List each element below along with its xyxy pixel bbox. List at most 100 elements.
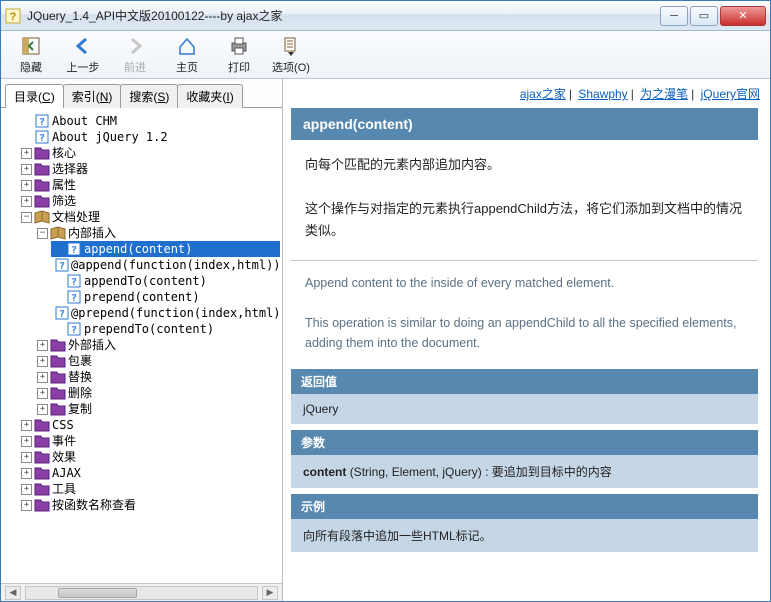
toolbar: 隐藏 上一步 前进 主页 打印 选项(O) [1, 31, 770, 79]
back-icon [72, 35, 94, 57]
expand-icon[interactable]: + [21, 436, 32, 447]
tree-item[interactable]: ?prependTo(content) [51, 321, 280, 337]
expand-icon[interactable]: + [37, 388, 48, 399]
tab-search[interactable]: 搜索(S) [120, 84, 178, 108]
close-button[interactable]: ✕ [720, 6, 766, 26]
param-desc: : 要追加到目标中的内容 [485, 465, 612, 479]
tree-item[interactable]: −内部插入 [35, 225, 280, 241]
link-jquery-official[interactable]: jQuery官网 [701, 87, 760, 101]
doc-content[interactable]: append(content) 向每个匹配的元素内部追加内容。 这个操作与对指定… [283, 108, 770, 601]
svg-text:?: ? [71, 277, 77, 288]
expand-icon[interactable]: + [37, 340, 48, 351]
tree-item[interactable]: ?prepend(content) [51, 289, 280, 305]
param-type: (String, Element, jQuery) [350, 465, 482, 479]
tree-item[interactable]: +核心 [19, 145, 280, 161]
home-button[interactable]: 主页 [163, 33, 211, 77]
options-button[interactable]: 选项(O) [267, 33, 315, 77]
tree-item[interactable]: +AJAX [19, 465, 280, 481]
scroll-right-icon[interactable]: ▶ [262, 586, 278, 600]
tab-toc[interactable]: 目录(C) [5, 84, 64, 108]
hide-nav-button[interactable]: 隐藏 [7, 33, 55, 77]
tree-item[interactable]: ?@append(function(index,html)) [51, 257, 280, 273]
book-icon [34, 434, 50, 448]
tree-item[interactable]: +筛选 [19, 193, 280, 209]
tree-item[interactable]: +外部插入 [35, 337, 280, 353]
expand-icon[interactable]: + [21, 484, 32, 495]
collapse-icon[interactable]: − [21, 212, 32, 223]
link-shawphy[interactable]: Shawphy [578, 87, 627, 101]
tree-item[interactable]: +按函数名称查看 [19, 497, 280, 513]
collapse-icon[interactable]: − [37, 228, 48, 239]
tree-item[interactable]: +选择器 [19, 161, 280, 177]
svg-text:?: ? [59, 309, 65, 320]
print-icon [228, 35, 250, 57]
expand-icon[interactable]: + [37, 356, 48, 367]
tree-item[interactable]: −文档处理 [19, 209, 280, 225]
svg-text:?: ? [71, 293, 77, 304]
tree-item-selected[interactable]: ?append(content) [51, 241, 280, 257]
options-icon [280, 35, 302, 57]
help-page-icon: ? [66, 242, 82, 256]
back-label: 上一步 [67, 59, 100, 75]
expand-icon[interactable]: + [37, 372, 48, 383]
help-page-icon: ? [55, 258, 69, 272]
minimize-button[interactable]: ─ [660, 6, 688, 26]
book-open-icon [34, 210, 50, 224]
tree-item[interactable]: +工具 [19, 481, 280, 497]
scroll-left-icon[interactable]: ◀ [5, 586, 21, 600]
divider [291, 260, 758, 261]
svg-text:?: ? [10, 11, 17, 23]
scroll-thumb[interactable] [58, 588, 137, 598]
tree-item[interactable]: ?About CHM [19, 113, 280, 129]
maximize-button[interactable]: ▭ [690, 6, 718, 26]
app-window: ? JQuery_1.4_API中文版20100122----by ajax之家… [0, 0, 771, 602]
tree-item[interactable]: +事件 [19, 433, 280, 449]
link-wzmb[interactable]: 为之漫笔 [640, 87, 688, 101]
expand-icon[interactable]: + [21, 180, 32, 191]
home-icon [176, 35, 198, 57]
scroll-track[interactable] [25, 586, 258, 600]
expand-icon[interactable]: + [21, 196, 32, 207]
titlebar[interactable]: ? JQuery_1.4_API中文版20100122----by ajax之家… [1, 1, 770, 31]
expand-icon[interactable]: + [21, 148, 32, 159]
tree-item[interactable]: +效果 [19, 449, 280, 465]
section-params-body: content (String, Element, jQuery) : 要追加到… [291, 455, 758, 488]
tree-item[interactable]: ?appendTo(content) [51, 273, 280, 289]
tree-item[interactable]: +替换 [35, 369, 280, 385]
tree-item[interactable]: ?@prepend(function(index,html)) [51, 305, 280, 321]
expand-icon[interactable]: + [21, 420, 32, 431]
expand-icon[interactable]: + [21, 468, 32, 479]
book-icon [34, 162, 50, 176]
print-button[interactable]: 打印 [215, 33, 263, 77]
tree-item[interactable]: ?About jQuery 1.2 [19, 129, 280, 145]
section-example-body: 向所有段落中追加一些HTML标记。 [291, 519, 758, 552]
param-name: content [303, 465, 346, 479]
back-button[interactable]: 上一步 [59, 33, 107, 77]
expand-icon[interactable]: + [21, 164, 32, 175]
tree-item[interactable]: +复制 [35, 401, 280, 417]
tab-index[interactable]: 索引(N) [63, 84, 122, 108]
book-open-icon [50, 226, 66, 240]
book-icon [34, 482, 50, 496]
link-ajaxhome[interactable]: ajax之家 [520, 87, 566, 101]
book-icon [34, 498, 50, 512]
help-page-icon: ? [34, 130, 50, 144]
expand-icon[interactable]: + [37, 404, 48, 415]
tree-view[interactable]: ?About CHM ?About jQuery 1.2 +核心 +选择器 +属… [1, 108, 282, 583]
hide-label: 隐藏 [20, 59, 42, 75]
tree-item[interactable]: +删除 [35, 385, 280, 401]
window-title: JQuery_1.4_API中文版20100122----by ajax之家 [27, 7, 658, 24]
tree-item[interactable]: +CSS [19, 417, 280, 433]
home-label: 主页 [176, 59, 198, 75]
tree-item[interactable]: +属性 [19, 177, 280, 193]
book-icon [50, 338, 66, 352]
expand-icon[interactable]: + [21, 452, 32, 463]
section-return-body: jQuery [291, 394, 758, 424]
tab-favorites[interactable]: 收藏夹(I) [177, 84, 242, 108]
horizontal-scrollbar[interactable]: ◀ ▶ [1, 583, 282, 601]
expand-icon[interactable]: + [21, 500, 32, 511]
tree-item[interactable]: +包裹 [35, 353, 280, 369]
book-icon [34, 146, 50, 160]
forward-button[interactable]: 前进 [111, 33, 159, 77]
content-pane: ajax之家| Shawphy| 为之漫笔| jQuery官网 append(c… [283, 79, 770, 601]
